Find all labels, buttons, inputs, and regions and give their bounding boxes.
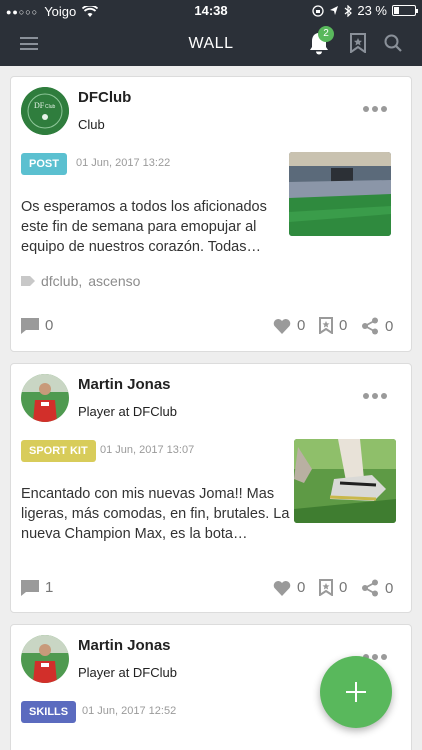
club-avatar[interactable]: DF Club	[21, 87, 69, 135]
new-post-button[interactable]	[320, 656, 392, 728]
save-action[interactable]: 0	[319, 317, 347, 334]
hashtag-item[interactable]: ascenso	[88, 273, 140, 289]
author-role: Player at DFClub	[78, 404, 177, 419]
like-count: 0	[297, 579, 306, 596]
save-action[interactable]: 0	[319, 579, 347, 596]
author-name[interactable]: Martin Jonas	[78, 637, 171, 654]
player-avatar[interactable]	[21, 635, 69, 683]
comment-icon	[21, 317, 39, 334]
status-bar: ●●○○○ Yoigo 14:38 23 %	[0, 0, 422, 22]
battery-icon	[392, 5, 418, 16]
comment-icon	[21, 579, 39, 596]
post-date: 01 Jun, 2017 12:52	[82, 705, 177, 717]
svg-text:DF: DF	[34, 101, 45, 110]
hashtag-list: dfclub, ascenso	[21, 273, 140, 289]
comment-action[interactable]: 1	[21, 579, 53, 596]
author-role: Club	[78, 117, 105, 132]
post-tag: SKILLS	[21, 701, 77, 723]
comment-action[interactable]: 0	[21, 317, 53, 334]
post-tag: POST	[21, 153, 67, 175]
share-action[interactable]: 0	[361, 317, 393, 335]
top-navbar: WALL 2	[0, 22, 422, 66]
stadium-photo	[289, 152, 391, 236]
post-card[interactable]: DF Club DFClub Club POST 01 Jun, 2017 13…	[10, 76, 412, 352]
more-options-icon[interactable]	[363, 393, 387, 399]
comment-count: 1	[45, 579, 54, 596]
heart-icon	[273, 580, 291, 596]
save-count: 0	[339, 317, 348, 334]
bluetooth-icon	[344, 4, 353, 17]
post-date: 01 Jun, 2017 13:07	[100, 444, 195, 456]
player-avatar[interactable]	[21, 374, 69, 422]
bookmark-icon	[319, 317, 333, 334]
post-actions: 1 0 0 0	[21, 579, 397, 601]
bookmark-icon	[319, 579, 333, 596]
post-image[interactable]	[294, 439, 396, 523]
hashtag-item[interactable]: dfclub,	[41, 273, 82, 289]
post-text[interactable]: Encantado con mis nuevas Joma!! Mas lige…	[21, 484, 291, 544]
author-name[interactable]: DFClub	[78, 89, 131, 106]
share-icon	[362, 317, 378, 335]
author-name[interactable]: Martin Jonas	[78, 376, 171, 393]
battery-percent: 23 %	[357, 3, 387, 18]
post-card[interactable]: Martin Jonas Player at DFClub SPORT KIT …	[10, 363, 412, 613]
share-action[interactable]: 0	[361, 579, 393, 597]
like-count: 0	[297, 317, 306, 334]
save-count: 0	[339, 579, 348, 596]
share-icon	[362, 579, 378, 597]
notification-badge: 2	[318, 26, 334, 42]
like-action[interactable]: 0	[273, 579, 305, 596]
heart-icon	[273, 318, 291, 334]
player-photo	[21, 635, 69, 683]
post-image[interactable]	[289, 152, 391, 236]
post-tag: SPORT KIT	[21, 440, 96, 462]
like-action[interactable]: 0	[273, 317, 305, 334]
share-count: 0	[385, 317, 394, 335]
search-icon[interactable]	[384, 34, 402, 52]
comment-count: 0	[45, 317, 54, 334]
author-role: Player at DFClub	[78, 665, 177, 680]
club-logo: DF Club	[21, 87, 69, 135]
player-photo	[21, 374, 69, 422]
more-options-icon[interactable]	[363, 106, 387, 112]
svg-text:Club: Club	[45, 104, 56, 110]
post-actions: 0 0 0 0	[21, 317, 397, 339]
post-text[interactable]: Os esperamos a todos los aficionados est…	[21, 197, 291, 257]
share-count: 0	[385, 579, 394, 597]
post-date: 01 Jun, 2017 13:22	[76, 157, 171, 169]
boots-photo	[294, 439, 396, 523]
location-icon	[330, 6, 339, 15]
rotation-lock-icon	[312, 4, 325, 17]
bookmark-icon[interactable]	[350, 33, 366, 53]
tag-icon	[21, 276, 35, 286]
